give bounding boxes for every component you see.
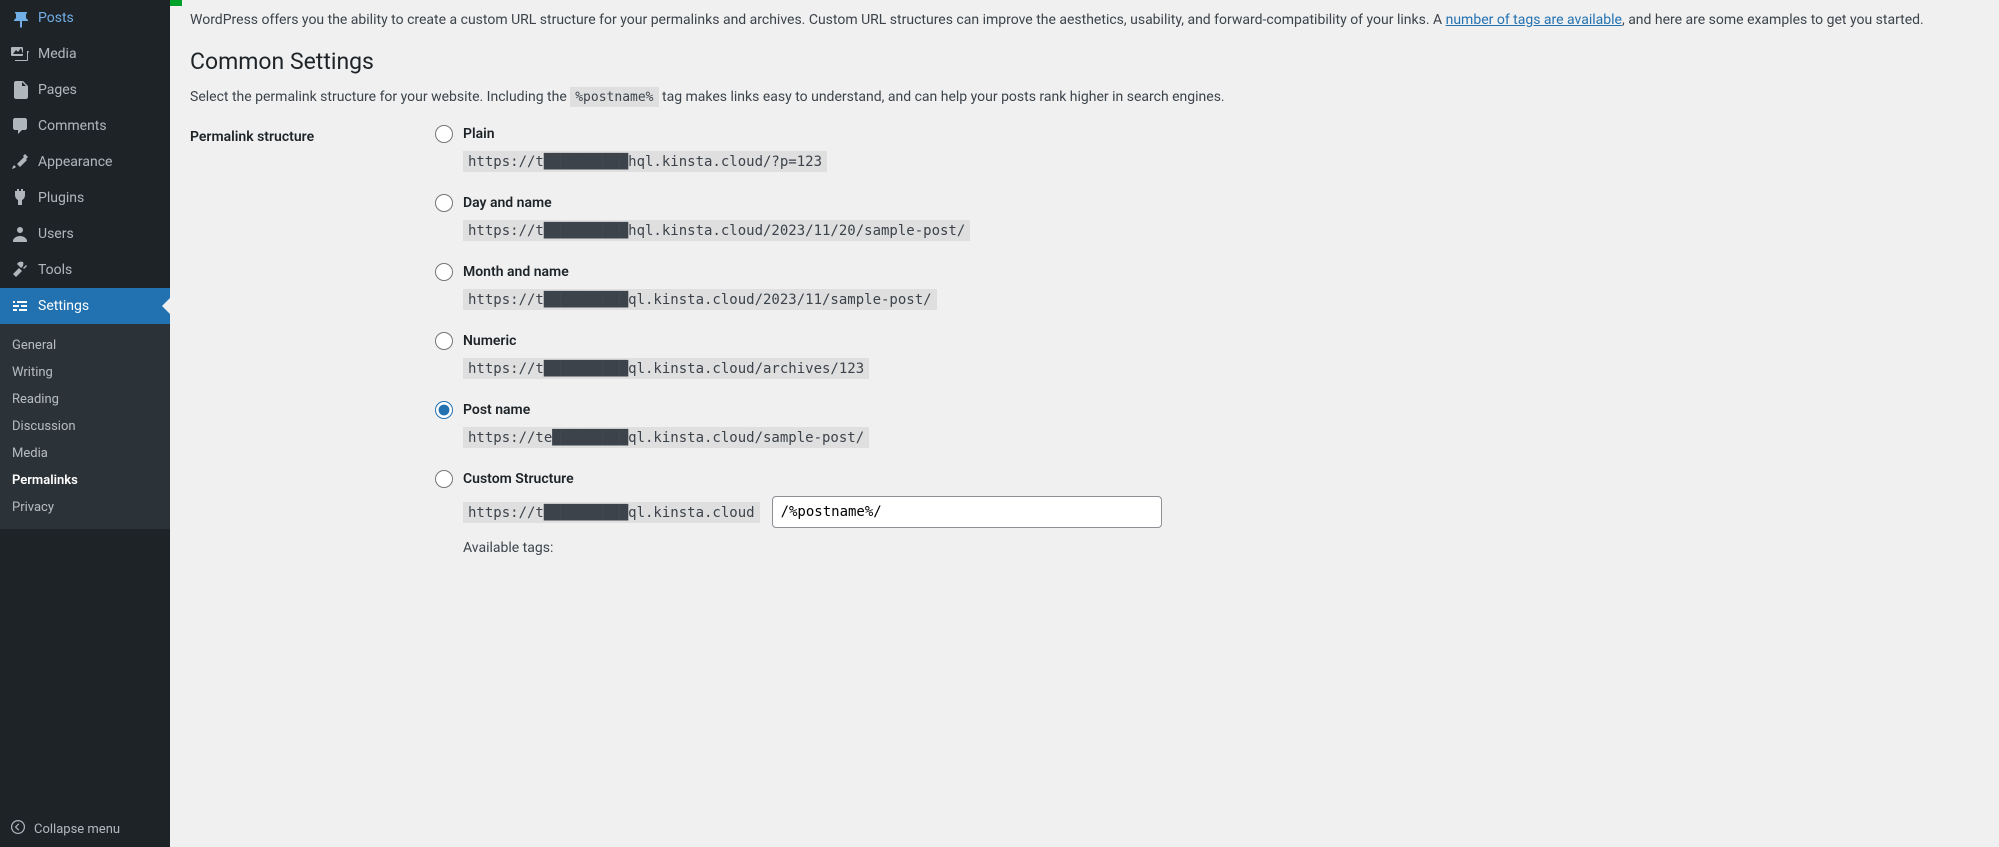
sidebar-label: Pages [38, 82, 77, 98]
submenu-media[interactable]: Media [0, 440, 170, 467]
sidebar-item-comments[interactable]: Comments [0, 108, 170, 144]
radio-day[interactable] [435, 194, 453, 212]
radio-numeric[interactable] [435, 332, 453, 350]
available-tags-label: Available tags: [463, 540, 1979, 556]
intro-paragraph: WordPress offers you the ability to crea… [190, 12, 1979, 28]
submenu-privacy[interactable]: Privacy [0, 494, 170, 521]
option-custom: Custom Structure https://t██████████ql.k… [435, 470, 1979, 556]
collapse-icon [10, 819, 26, 839]
submenu-reading[interactable]: Reading [0, 386, 170, 413]
sidebar-label: Comments [38, 118, 107, 134]
radio-custom[interactable] [435, 470, 453, 488]
submenu-writing[interactable]: Writing [0, 359, 170, 386]
option-day: Day and name https://t██████████hql.kins… [435, 194, 1979, 241]
label-month[interactable]: Month and name [463, 264, 569, 280]
main-content: WordPress offers you the ability to crea… [170, 0, 1999, 847]
tags-available-link[interactable]: number of tags are available [1446, 12, 1622, 28]
postname-tag-code: %postname% [570, 87, 658, 107]
option-month: Month and name https://t██████████ql.kin… [435, 263, 1979, 310]
page-icon [10, 80, 30, 100]
url-numeric: https://t██████████ql.kinsta.cloud/archi… [463, 358, 869, 379]
plug-icon [10, 188, 30, 208]
url-month: https://t██████████ql.kinsta.cloud/2023/… [463, 289, 937, 310]
url-plain: https://t██████████hql.kinsta.cloud/?p=1… [463, 151, 827, 172]
user-icon [10, 224, 30, 244]
option-postname: Post name https://te█████████ql.kinsta.c… [435, 401, 1979, 448]
sidebar-item-settings[interactable]: Settings [0, 288, 170, 324]
sidebar-label: Posts [38, 10, 74, 26]
settings-submenu: General Writing Reading Discussion Media… [0, 324, 170, 529]
radio-plain[interactable] [435, 125, 453, 143]
intro-text-1: WordPress offers you the ability to crea… [190, 12, 1446, 28]
url-postname: https://te█████████ql.kinsta.cloud/sampl… [463, 427, 869, 448]
sidebar-item-tools[interactable]: Tools [0, 252, 170, 288]
submenu-discussion[interactable]: Discussion [0, 413, 170, 440]
custom-base-url: https://t██████████ql.kinsta.cloud [463, 502, 760, 523]
help-text: Select the permalink structure for your … [190, 89, 1979, 105]
collapse-label: Collapse menu [34, 822, 120, 837]
label-custom[interactable]: Custom Structure [463, 471, 574, 487]
sidebar-item-plugins[interactable]: Plugins [0, 180, 170, 216]
wrench-icon [10, 260, 30, 280]
submenu-general[interactable]: General [0, 332, 170, 359]
form-label: Permalink structure [190, 125, 435, 578]
radio-month[interactable] [435, 263, 453, 281]
help-part-1: Select the permalink structure for your … [190, 89, 570, 105]
sidebar-item-appearance[interactable]: Appearance [0, 144, 170, 180]
option-plain: Plain https://t██████████hql.kinsta.clou… [435, 125, 1979, 172]
label-plain[interactable]: Plain [463, 126, 495, 142]
sidebar-item-media[interactable]: Media [0, 36, 170, 72]
label-day[interactable]: Day and name [463, 195, 552, 211]
options-group: Plain https://t██████████hql.kinsta.clou… [435, 125, 1979, 578]
sidebar-item-posts[interactable]: Posts [0, 0, 170, 36]
sidebar-label: Media [38, 46, 77, 62]
pin-icon [10, 8, 30, 28]
sidebar-label: Appearance [38, 154, 112, 170]
custom-structure-input[interactable] [772, 496, 1162, 528]
help-part-2: tag makes links easy to understand, and … [662, 89, 1225, 105]
sidebar-label: Users [38, 226, 74, 242]
admin-sidebar: Posts Media Pages Comments Appearance Pl… [0, 0, 170, 847]
section-heading: Common Settings [190, 48, 1979, 75]
radio-postname[interactable] [435, 401, 453, 419]
intro-text-2: , and here are some examples to get you … [1622, 12, 1924, 28]
sidebar-label: Settings [38, 298, 89, 314]
submenu-permalinks[interactable]: Permalinks [0, 467, 170, 494]
progress-bar [170, 0, 1999, 6]
media-icon [10, 44, 30, 64]
sidebar-item-users[interactable]: Users [0, 216, 170, 252]
permalink-structure-row: Permalink structure Plain https://t█████… [190, 125, 1979, 578]
sidebar-label: Tools [38, 262, 72, 278]
sidebar-item-pages[interactable]: Pages [0, 72, 170, 108]
collapse-menu[interactable]: Collapse menu [0, 811, 170, 847]
brush-icon [10, 152, 30, 172]
option-numeric: Numeric https://t██████████ql.kinsta.clo… [435, 332, 1979, 379]
sliders-icon [10, 296, 30, 316]
label-postname[interactable]: Post name [463, 402, 530, 418]
url-day: https://t██████████hql.kinsta.cloud/2023… [463, 220, 970, 241]
label-numeric[interactable]: Numeric [463, 333, 516, 349]
sidebar-label: Plugins [38, 190, 84, 206]
comment-icon [10, 116, 30, 136]
